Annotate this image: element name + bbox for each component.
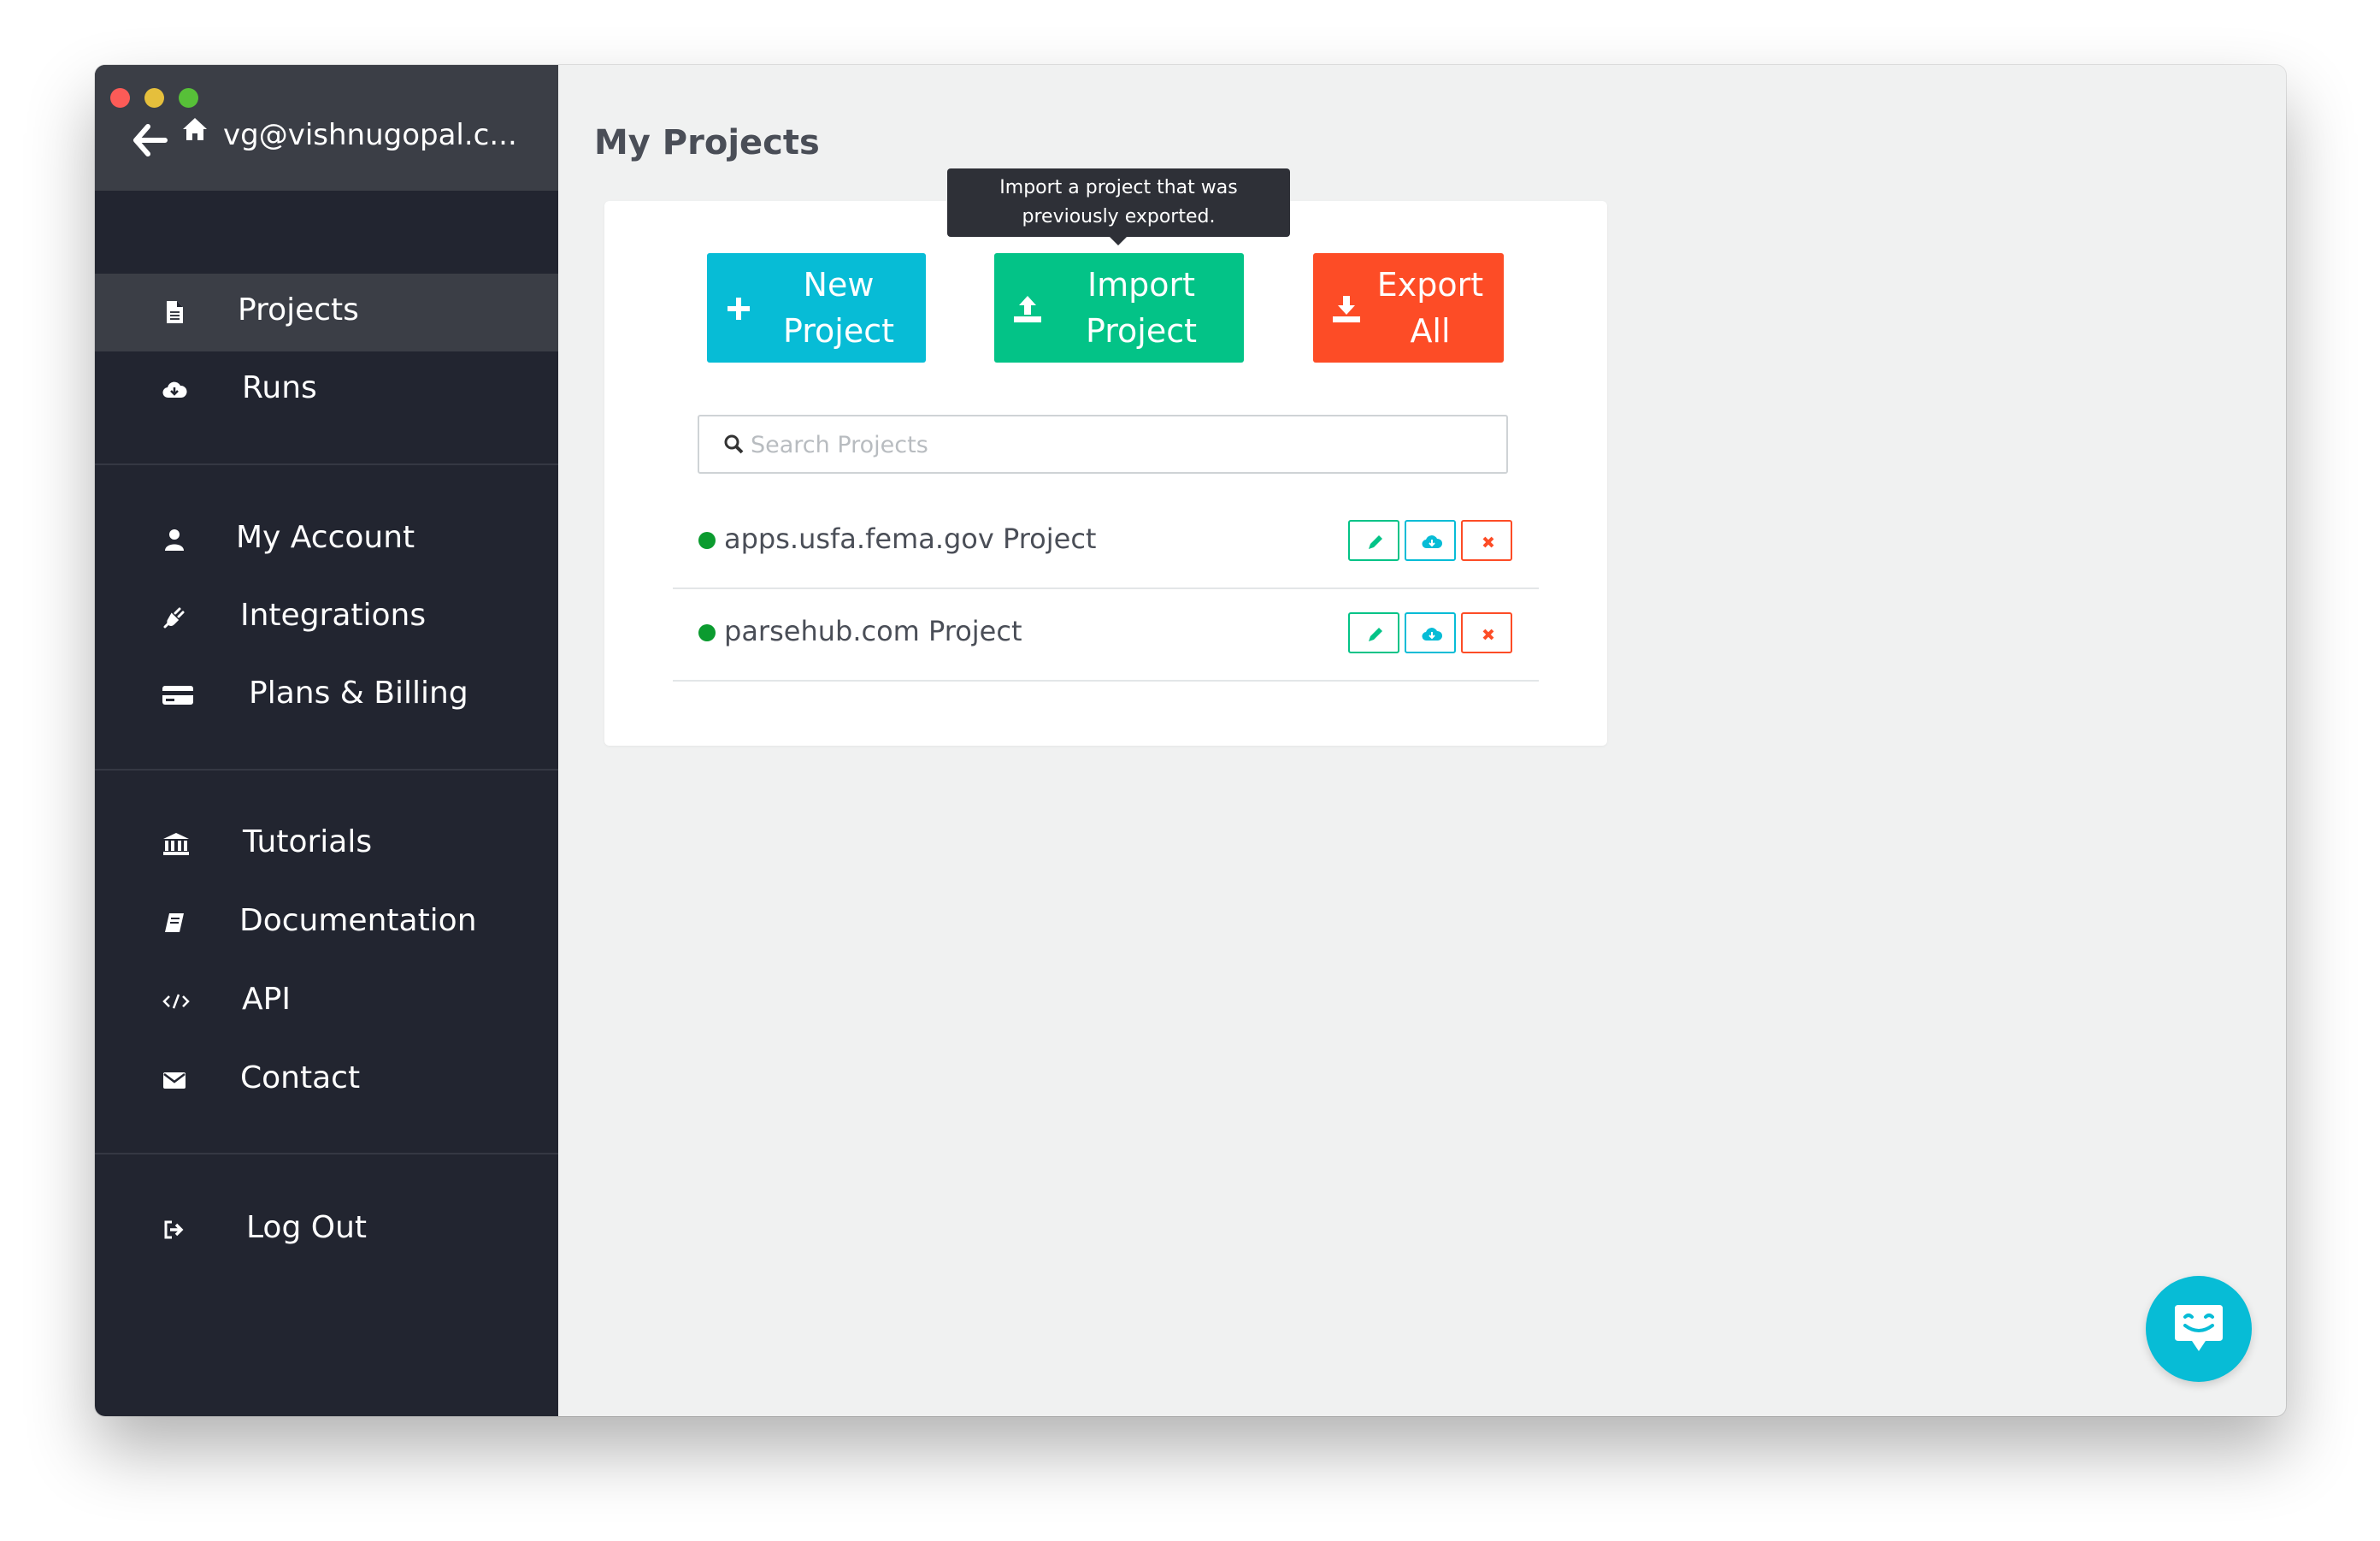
sidebar-item-plans-billing[interactable]: Plans & Billing: [95, 657, 558, 735]
tooltip-line: Import a project that was: [999, 177, 1238, 198]
project-row[interactable]: parsehub.com Project: [673, 589, 1539, 682]
tooltip-line: previously exported.: [1022, 206, 1216, 227]
sign-out-icon: [162, 1217, 187, 1243]
export-all-label: Export All: [1349, 262, 1511, 354]
sidebar-item-runs[interactable]: Runs: [95, 351, 558, 429]
delete-project-button[interactable]: [1461, 612, 1512, 653]
sidebar-item-label: Runs: [242, 370, 317, 405]
search-icon: [723, 434, 745, 456]
chat-support-button[interactable]: [2146, 1276, 2252, 1382]
run-project-button[interactable]: [1405, 612, 1456, 653]
upload-icon: [1011, 291, 1044, 323]
import-tooltip: Import a project that was previously exp…: [947, 168, 1290, 245]
label-line: Project: [782, 312, 894, 350]
bank-icon: [162, 831, 191, 857]
envelope-icon: [162, 1067, 187, 1093]
run-project-button[interactable]: [1405, 520, 1456, 561]
credit-card-icon: [162, 682, 194, 708]
window-close-button[interactable]: [110, 88, 130, 108]
project-row[interactable]: apps.usfa.fema.gov Project: [673, 497, 1539, 589]
account-email[interactable]: vg@vishnugopal.c...: [223, 118, 517, 152]
label-line: Project: [1085, 312, 1197, 350]
page-title: My Projects: [594, 123, 820, 162]
home-icon[interactable]: [181, 116, 209, 142]
sidebar-item-tutorials[interactable]: Tutorials: [95, 806, 558, 883]
sidebar-item-label: My Account: [236, 520, 415, 555]
sidebar-divider: [95, 1153, 558, 1154]
export-all-button[interactable]: Export All: [1313, 253, 1504, 363]
app-window: vg@vishnugopal.c... Projects Runs My Acc…: [95, 65, 2286, 1416]
sidebar-item-label: Projects: [238, 292, 359, 328]
sidebar-item-api[interactable]: API: [95, 963, 558, 1041]
close-icon: [1482, 629, 1494, 641]
edit-project-button[interactable]: [1348, 520, 1399, 561]
sidebar-item-documentation[interactable]: Documentation: [95, 884, 558, 962]
sidebar-item-label: Documentation: [239, 903, 477, 938]
new-project-button[interactable]: New Project: [707, 253, 926, 363]
sidebar-item-label: Tutorials: [243, 824, 373, 859]
sidebar-item-label: Integrations: [240, 598, 427, 633]
sidebar-item-projects[interactable]: Projects: [95, 274, 558, 351]
back-arrow-icon[interactable]: [131, 121, 168, 159]
sidebar: vg@vishnugopal.c... Projects Runs My Acc…: [95, 65, 558, 1416]
book-icon: [162, 910, 187, 936]
sidebar-header: vg@vishnugopal.c...: [95, 65, 558, 191]
sidebar-divider: [95, 769, 558, 770]
sidebar-divider: [95, 463, 558, 465]
sidebar-item-label: Plans & Billing: [249, 676, 468, 711]
sidebar-item-log-out[interactable]: Log Out: [95, 1191, 558, 1269]
close-icon: [1482, 536, 1494, 548]
label-line: Import: [1087, 266, 1196, 304]
search-input[interactable]: [751, 425, 1486, 464]
plug-icon: [162, 605, 187, 630]
edit-project-button[interactable]: [1348, 612, 1399, 653]
pencil-icon: [1369, 628, 1382, 641]
project-name[interactable]: parsehub.com Project: [724, 615, 1022, 647]
project-name[interactable]: apps.usfa.fema.gov Project: [724, 523, 1096, 555]
search-box[interactable]: [698, 415, 1508, 474]
sidebar-item-contact[interactable]: Contact: [95, 1042, 558, 1119]
chat-bubble-icon: [2175, 1305, 2223, 1351]
status-dot: [698, 624, 716, 641]
sidebar-item-label: API: [242, 982, 291, 1017]
sidebar-item-integrations[interactable]: Integrations: [95, 579, 558, 657]
projects-card: New Project Import Project Export All Se…: [604, 201, 1607, 746]
sidebar-item-label: Log Out: [246, 1210, 368, 1245]
user-icon: [162, 527, 187, 552]
sidebar-item-label: Contact: [240, 1060, 361, 1095]
import-project-button[interactable]: Import Project: [994, 253, 1244, 363]
import-project-label: Import Project: [1056, 262, 1227, 354]
delete-project-button[interactable]: [1461, 520, 1512, 561]
cloud-download-icon: [1422, 535, 1442, 549]
label-line: New: [803, 266, 875, 304]
label-line: Export: [1376, 266, 1484, 304]
window-minimize-button[interactable]: [144, 88, 164, 108]
code-icon: [162, 989, 191, 1014]
plus-icon: [722, 291, 755, 323]
new-project-label: New Project: [753, 262, 924, 354]
cloud-download-icon: [162, 377, 187, 403]
status-dot: [698, 532, 716, 549]
cloud-download-icon: [1422, 628, 1442, 641]
main-content: My Projects New Project Import Project E…: [558, 65, 2286, 1416]
file-icon: [162, 299, 187, 325]
sidebar-item-my-account[interactable]: My Account: [95, 501, 558, 579]
label-line: All: [1410, 312, 1451, 350]
window-zoom-button[interactable]: [179, 88, 198, 108]
pencil-icon: [1369, 535, 1382, 549]
